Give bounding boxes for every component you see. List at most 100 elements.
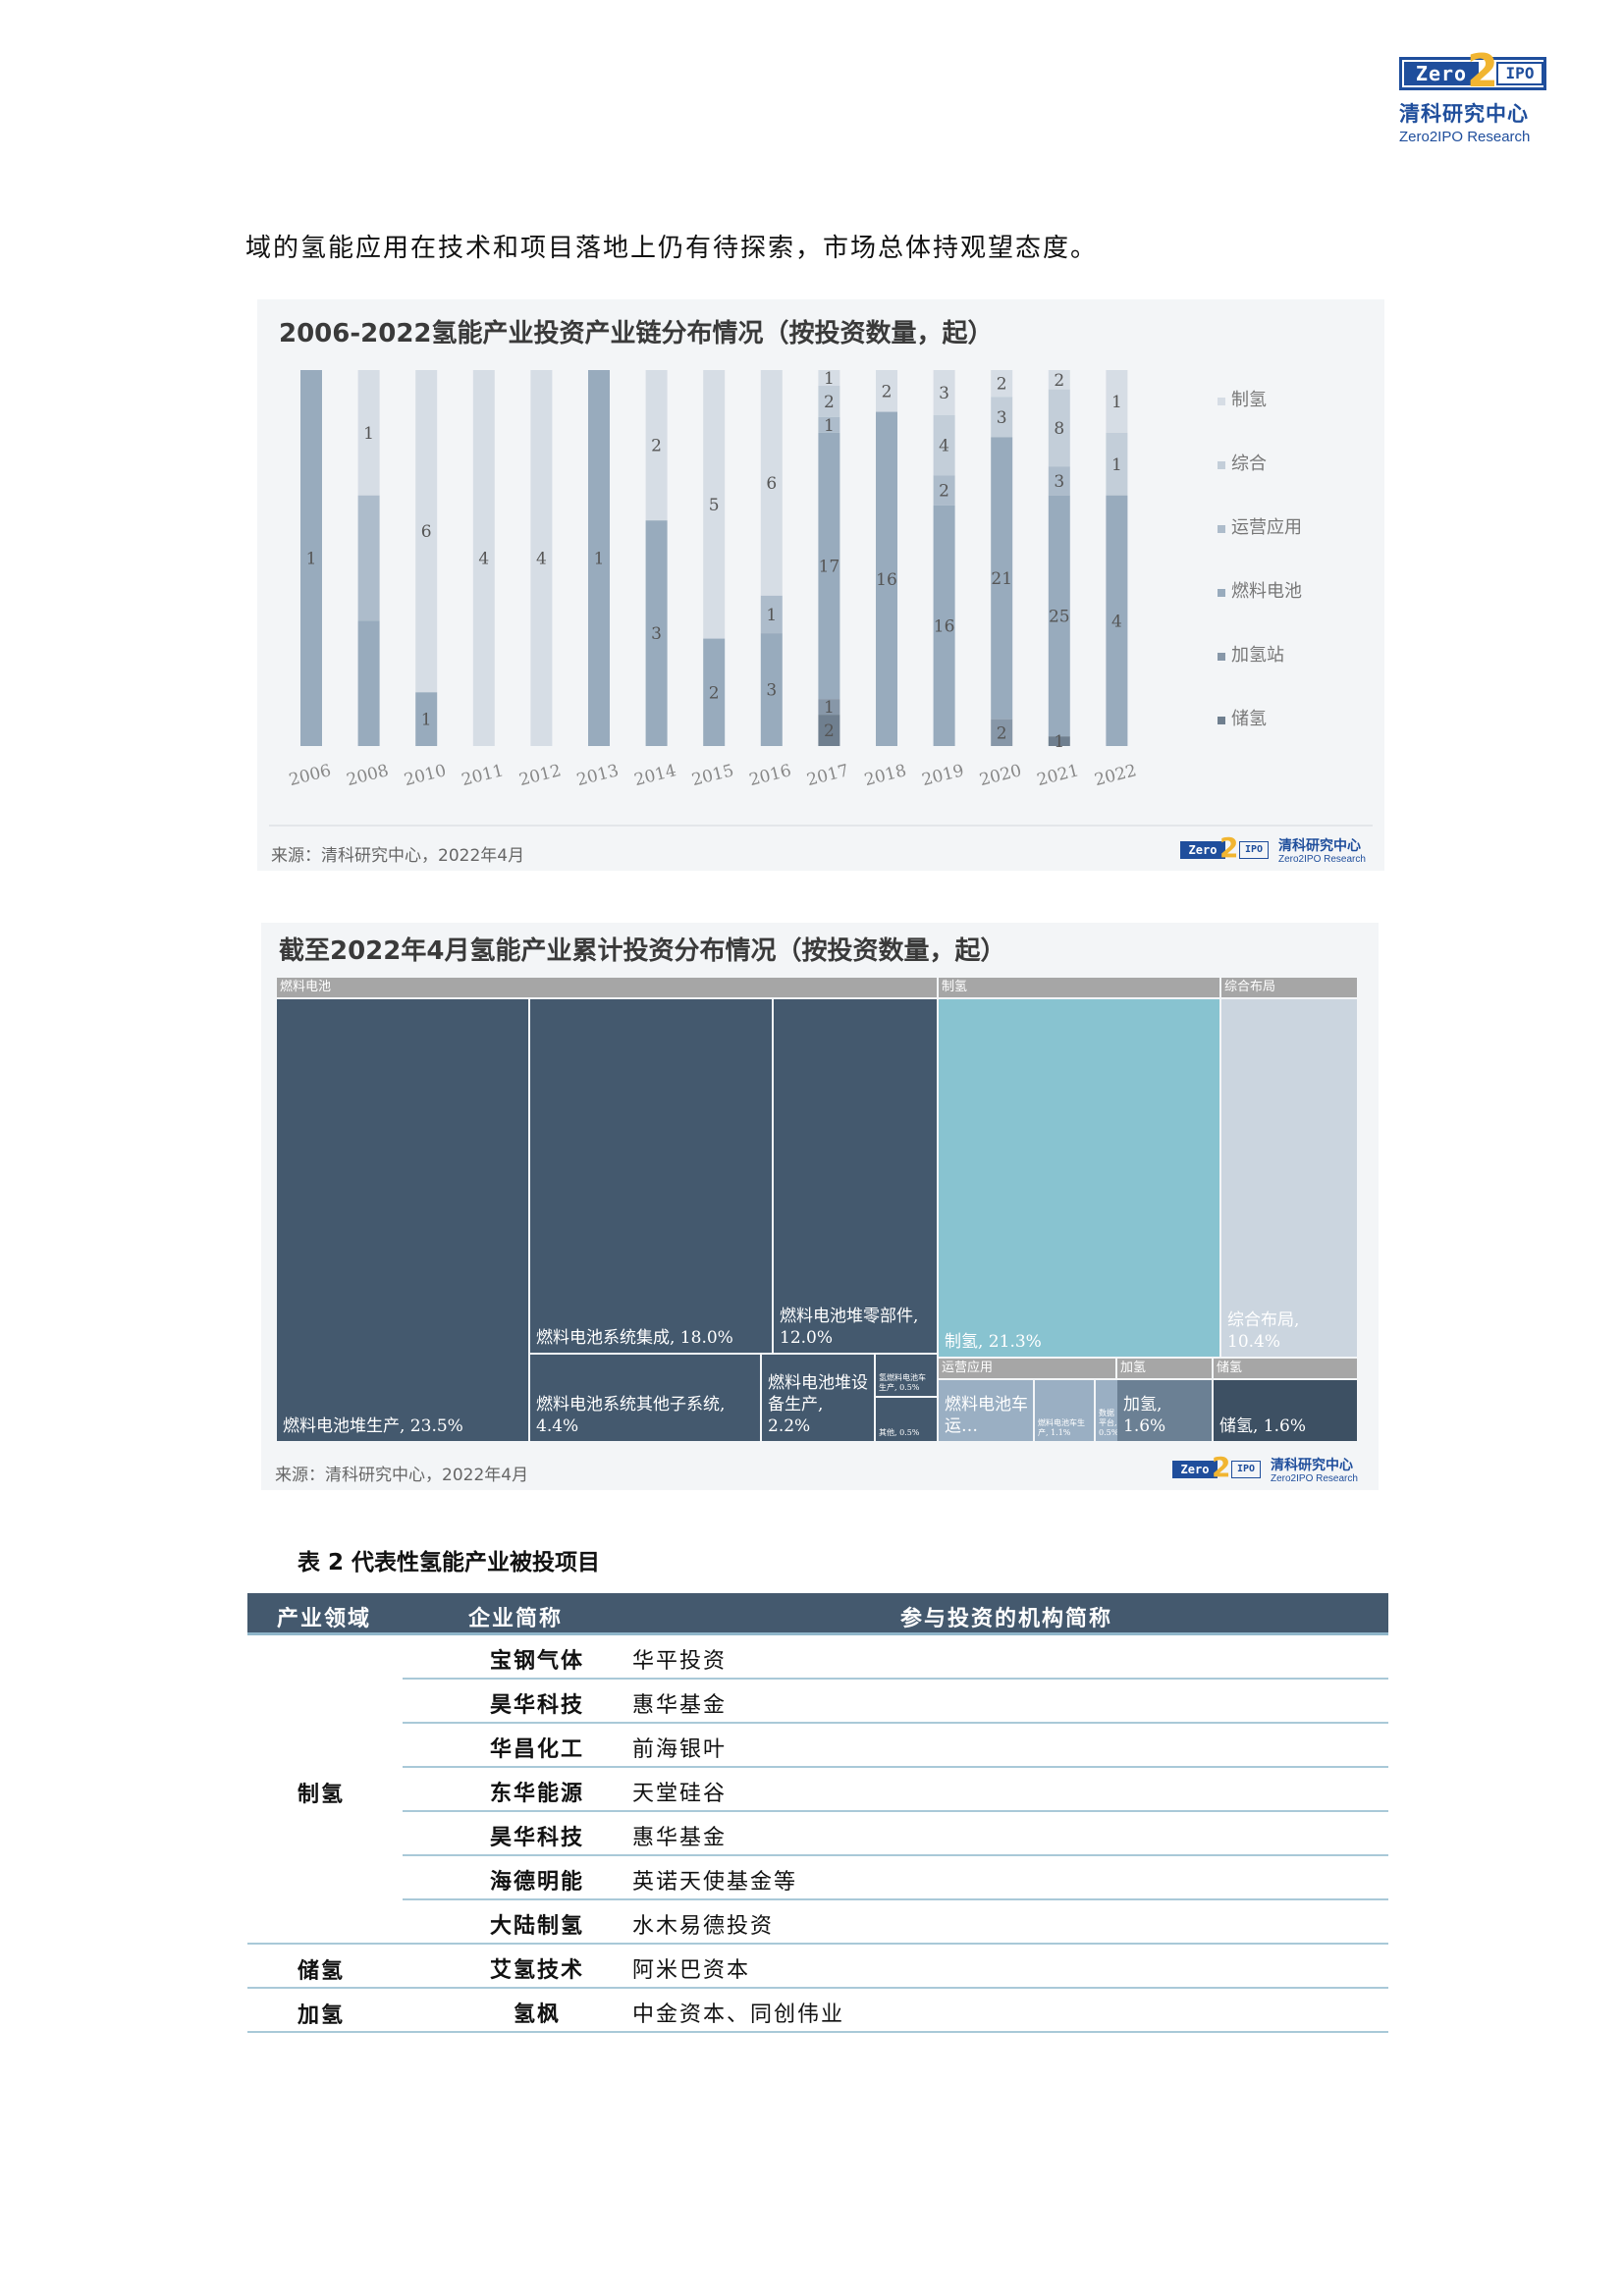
bar-data-label: 16: [876, 570, 897, 590]
treemap-cell-label: 氢燃料电池车生产, 0.5%: [879, 1373, 926, 1392]
legend-swatch: [1218, 653, 1225, 661]
x-tick-label: 2006: [287, 761, 333, 790]
chart2-title: 截至2022年4月氢能产业累计投资分布情况（按投资数量，起）: [279, 936, 1006, 966]
table-header-company: 企业简称: [468, 1606, 564, 1631]
bar-data-label: 16: [934, 616, 955, 636]
x-tick-label: 2012: [517, 761, 564, 790]
legend-swatch: [1218, 398, 1225, 405]
table-cell-company: 大陆制氢: [489, 1913, 584, 1939]
x-tick-label: 2016: [747, 761, 793, 790]
bar-data-label: 2: [651, 437, 662, 456]
treemap-cell: 燃料电池车运…: [939, 1380, 1033, 1441]
treemap-cell-label: 综合布局, 10.4%: [1227, 1310, 1300, 1352]
treemap-cell: 综合布局, 10.4%: [1221, 999, 1357, 1357]
chart1-panel: 2006-2022氢能产业投资产业链分布情况（按投资数量，起） 1 2006 1 20…: [257, 299, 1384, 871]
legend-swatch: [1218, 525, 1225, 533]
treemap-group-header: 储氢: [1214, 1359, 1357, 1378]
bar-data-label: 2: [824, 721, 835, 741]
mini-logo-en: Zero2IPO Research: [1278, 854, 1366, 865]
table-group: 宝钢气体 华平投资 昊华科技 惠华基金 华昌化工 前海银叶 东华能源 天堂硅谷 昊华科技 惠华基金…: [247, 1635, 1388, 1945]
treemap-cell: 储氢, 1.6%: [1214, 1380, 1357, 1441]
treemap-cell-label: 燃料电池车运…: [945, 1395, 1028, 1436]
bar-data-label: 1: [1054, 732, 1064, 752]
x-tick-label: 2021: [1035, 761, 1081, 790]
table-cell-investors: 前海银叶: [632, 1737, 728, 1762]
bar-data-label: 1: [363, 424, 374, 444]
row-divider: [247, 2031, 1388, 2033]
table-cell-sector: 储氢: [297, 1957, 345, 1984]
chart1-svg: 1 2006 1 2008 6 1 2010 4 2011 4 2012 1 2013 2 3 2014 5 2 2…: [287, 369, 1302, 790]
bar-data-label: 1: [766, 606, 777, 625]
chart1-watermark-logo: Zero 2 IPO 清科研究中心 Zero2IPO Research: [1180, 833, 1381, 869]
treemap-cell: 燃料电池堆生产, 23.5%: [277, 999, 528, 1441]
chart2-watermark-logo: Zero 2 IPO 清科研究中心 Zero2IPO Research: [1172, 1451, 1374, 1488]
bar-data-label: 2: [709, 683, 720, 703]
treemap-cell-label: 燃料电池堆设备生产, 2.2%: [768, 1373, 868, 1436]
table-cell-company: 昊华科技: [489, 1692, 584, 1718]
logo-two-glyph: 2: [1467, 44, 1499, 97]
treemap-cell: 制氢, 21.3%: [939, 999, 1219, 1357]
table-header-row: 产业领域 企业简称 参与投资的机构简称: [247, 1593, 1388, 1635]
bar-data-label: 17: [819, 557, 840, 576]
table-cell-company: 昊华科技: [489, 1825, 584, 1850]
table-cell-company: 东华能源: [489, 1781, 584, 1806]
x-tick-label: 2010: [403, 761, 449, 790]
legend-label: 燃料电池: [1231, 581, 1302, 602]
x-tick-label: 2017: [805, 761, 851, 790]
mini-logo-two: 2: [1212, 1451, 1231, 1483]
bar-data-label: 8: [1054, 419, 1064, 439]
bar-data-label: 1: [1111, 455, 1122, 475]
bar-data-label: 21: [991, 569, 1012, 589]
treemap-cell: 氢燃料电池车生产, 0.5%: [876, 1355, 937, 1396]
treemap-group-header: 综合布局: [1221, 978, 1357, 997]
bar-segment: [357, 620, 380, 746]
x-tick-label: 2022: [1093, 761, 1139, 790]
treemap-cell: 其他, 0.5%: [876, 1398, 937, 1441]
x-tick-label: 2018: [862, 761, 908, 790]
treemap-cell-label: 燃料电池堆零部件, 12.0%: [780, 1307, 919, 1348]
logo-name-cn: 清科研究中心: [1399, 102, 1529, 126]
bar-data-label: 2: [997, 723, 1007, 743]
treemap-cell: 加氢, 1.6%: [1117, 1380, 1212, 1441]
legend-label: 综合: [1231, 454, 1267, 474]
treemap-cell-label: 制氢, 21.3%: [945, 1332, 1042, 1352]
bar-data-label: 4: [478, 550, 489, 569]
table-cell-company: 氢枫: [513, 2002, 561, 2027]
table-row: 大陆制氢 水木易德投资: [247, 1900, 1388, 1945]
treemap-cell-label: 其他, 0.5%: [879, 1428, 920, 1437]
table-cell-company: 华昌化工: [489, 1736, 584, 1762]
zero2ipo-logo: Zero 2 IPO 清科研究中心 Zero2IPO Research: [1399, 46, 1566, 145]
table-row: 昊华科技 惠华基金: [247, 1812, 1388, 1856]
table-row: 东华能源 天堂硅谷: [247, 1768, 1388, 1812]
table-cell-company: 艾氢技术: [489, 1957, 584, 1983]
bar-data-label: 3: [766, 681, 777, 701]
table-cell-investors: 水木易德投资: [632, 1914, 775, 1939]
legend-label: 制氢: [1231, 390, 1267, 410]
treemap: 燃料电池 制氢 综合布局 运营应用 加氢 储氢 燃料电池堆生产, 23.5% 燃…: [277, 974, 1357, 1441]
investment-table: 产业领域 企业简称 参与投资的机构简称 宝钢气体 华平投资 昊华科技 惠华基金 华昌化工…: [247, 1593, 1388, 2033]
bar-data-label: 2: [882, 382, 893, 401]
mini-logo-cn: 清科研究中心: [1271, 1458, 1353, 1473]
treemap-cell: 燃料电池系统其他子系统, 4.4%: [530, 1355, 760, 1441]
treemap-group-header: 燃料电池: [277, 978, 937, 997]
table-row: 昊华科技 惠华基金: [247, 1680, 1388, 1724]
table-cell-company: 宝钢气体: [489, 1648, 584, 1674]
bar-data-label: 4: [536, 550, 547, 569]
intro-paragraph: 域的氢能应用在技术和项目落地上仍有待探索，市场总体持观望态度。: [245, 234, 1099, 263]
bar-data-label: 3: [939, 384, 949, 403]
bar-data-label: 6: [421, 522, 432, 542]
mini-logo-ipo: IPO: [1231, 1461, 1261, 1478]
table-cell-sector: 制氢: [297, 1781, 345, 1807]
x-tick-label: 2015: [690, 761, 736, 790]
table-row: 华昌化工 前海银叶: [247, 1724, 1388, 1768]
bar-data-label: 5: [709, 496, 720, 515]
legend-label: 运营应用: [1231, 517, 1302, 538]
table-cell-investors: 阿米巴资本: [632, 1958, 751, 1983]
table-header-sector: 产业领域: [277, 1606, 372, 1631]
bar-data-label: 2: [824, 393, 835, 412]
table-cell-investors: 英诺天使基金等: [632, 1870, 798, 1895]
bar-data-label: 4: [1111, 612, 1122, 631]
table-row: 氢枫 中金资本、同创伟业: [247, 1989, 1388, 2033]
bar-data-label: 2: [997, 375, 1007, 395]
bar-data-label: 1: [1111, 393, 1122, 412]
